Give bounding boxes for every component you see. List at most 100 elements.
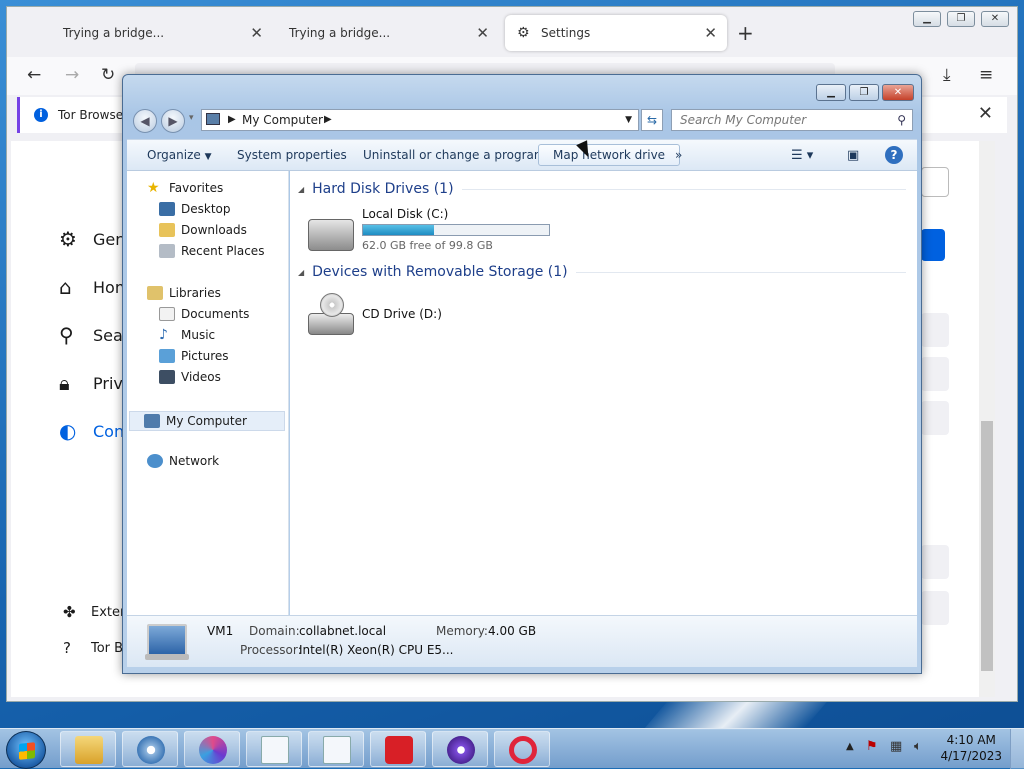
nav-network[interactable]: Network [147,454,219,468]
row-button[interactable] [921,545,949,579]
search-input[interactable]: Search My Computer ⚲ [671,109,913,131]
chevron-down-icon[interactable]: ▼ [625,110,632,130]
nav-recent-places[interactable]: Recent Places [159,244,264,258]
view-options-icon[interactable]: ☰ ▾ [791,148,813,163]
nav-favorites[interactable]: ★ Favorites [147,181,223,195]
close-icon[interactable]: ✕ [978,103,993,124]
computer-icon [147,624,187,656]
address-text: My Computer [242,113,323,127]
close-icon[interactable]: ✕ [476,24,489,42]
gear-icon: ⚙ [517,25,530,41]
memory-label: Memory: [436,624,488,638]
row-button[interactable] [921,401,949,435]
forward-icon[interactable]: → [65,65,79,85]
row-button[interactable] [921,313,949,347]
taskbar-document-2[interactable] [308,731,364,767]
uninstall-program-button[interactable]: Uninstall or change a program [363,148,546,162]
nav-pictures[interactable]: Pictures [159,349,229,363]
drive-c-free-space: 62.0 GB free of 99.8 GB [362,239,493,252]
minimize-button[interactable]: ▁ [816,84,846,101]
show-desktop-button[interactable] [1010,729,1024,769]
chevron-right-icon[interactable]: ▶ [324,110,332,130]
close-window-button[interactable]: ✕ [981,11,1009,27]
taskbar: ▲ ⚑ ▦ 🔈︎ 4:10 AM 4/17/2023 [0,728,1024,769]
downloads-icon[interactable]: ⤓ [943,65,951,85]
taskbar-app-red[interactable] [370,731,426,767]
nav-downloads[interactable]: Downloads [159,223,247,237]
search-icon: ⚲ [897,113,906,127]
refresh-icon[interactable]: ⇆ [641,109,663,131]
taskbar-media[interactable] [122,731,178,767]
start-button[interactable] [6,731,46,769]
group-removable-storage[interactable]: ◢ Devices with Removable Storage (1) [298,264,906,280]
nav-label: Network [169,454,220,468]
clock-time: 4:10 AM [946,733,996,747]
tab-bridge-2[interactable]: Trying a bridge... ✕ [277,15,499,51]
organize-button[interactable]: Organize ▼ [147,148,212,162]
browser-icon [199,736,227,764]
nav-music[interactable]: ♪ Music [159,328,215,342]
minimize-button[interactable]: ▁ [913,11,941,27]
clock[interactable]: 4:10 AM 4/17/2023 [940,732,1002,764]
taskbar-tor-browser[interactable] [432,731,488,767]
row-button[interactable] [921,591,949,625]
nav-libraries[interactable]: Libraries [147,286,221,300]
nav-my-computer[interactable]: My Computer [129,411,285,431]
forward-icon[interactable]: ▶ [161,109,185,133]
close-icon[interactable]: ✕ [250,24,263,42]
cmd-label: Organize [147,148,201,162]
computer-stand [145,654,189,660]
tab-settings[interactable]: ⚙ Settings ✕ [505,15,727,51]
nav-documents[interactable]: Documents [159,307,249,321]
address-row: ◀ ▶ ▾ ▶ My Computer ▶ ▼ ⇆ Search My Comp… [131,107,915,133]
scrollbar[interactable] [979,141,995,697]
sidebar-item-extensions[interactable]: ✤ Exten [63,603,128,621]
scrollbar-thumb[interactable] [981,421,993,671]
volume-icon[interactable]: 🔈︎ [914,739,922,754]
sidebar-item-search[interactable]: ⚲ Sear [59,323,129,347]
back-icon[interactable]: ← [27,65,41,85]
tab-bridge-1[interactable]: Trying a bridge... ✕ [51,15,273,51]
tab-label: Trying a bridge... [63,26,165,40]
explorer-window: ▁ ❐ ✕ ◀ ▶ ▾ ▶ My Computer ▶ ▼ ⇆ Search M… [122,74,922,674]
drive-c-usage-bar [362,224,550,236]
chevron-right-icon[interactable]: ▶ [228,110,236,130]
primary-button[interactable] [921,229,945,261]
more-commands-button[interactable]: » [675,148,682,162]
recent-pages-icon[interactable]: ▾ [189,113,194,123]
action-center-icon[interactable]: ⚑ [866,739,878,754]
menu-icon[interactable]: ≡ [979,65,993,85]
notification-text: Tor Browser [58,108,129,122]
close-button[interactable]: ✕ [882,84,914,101]
sidebar-item-home[interactable]: ⌂ Hom [59,275,130,299]
row-button[interactable] [921,357,949,391]
pictures-icon [159,349,175,363]
system-properties-button[interactable]: System properties [237,148,347,162]
taskbar-explorer[interactable] [60,731,116,767]
taskbar-document-1[interactable] [246,731,302,767]
show-hidden-icons[interactable]: ▲ [846,741,854,752]
network-icon[interactable]: ▦ [890,739,902,754]
close-icon[interactable]: ✕ [704,24,717,42]
music-icon: ♪ [159,327,168,343]
desktop-icon [159,202,175,216]
new-tab-button[interactable]: + [737,21,754,45]
input-box[interactable] [921,167,949,197]
address-bar[interactable]: ▶ My Computer ▶ ▼ [201,109,639,131]
nav-desktop[interactable]: Desktop [159,202,231,216]
help-icon[interactable]: ? [885,146,903,164]
preview-pane-icon[interactable]: ▣ [847,148,859,163]
tor-icon [447,736,475,764]
sidebar-item-support[interactable]: ? Tor Br [63,639,128,657]
taskbar-opera[interactable] [494,731,550,767]
recent-places-icon [159,244,175,258]
computer-name: VM1 [207,624,234,638]
maximize-button[interactable]: ❐ [849,84,879,101]
reload-icon[interactable]: ↻ [101,65,115,85]
group-hard-disk-drives[interactable]: ◢ Hard Disk Drives (1) [298,181,906,197]
taskbar-browser[interactable] [184,731,240,767]
back-icon[interactable]: ◀ [133,109,157,133]
nav-videos[interactable]: Videos [159,370,221,384]
maximize-button[interactable]: ❐ [947,11,975,27]
map-network-drive-button[interactable]: Map network drive [538,144,681,166]
